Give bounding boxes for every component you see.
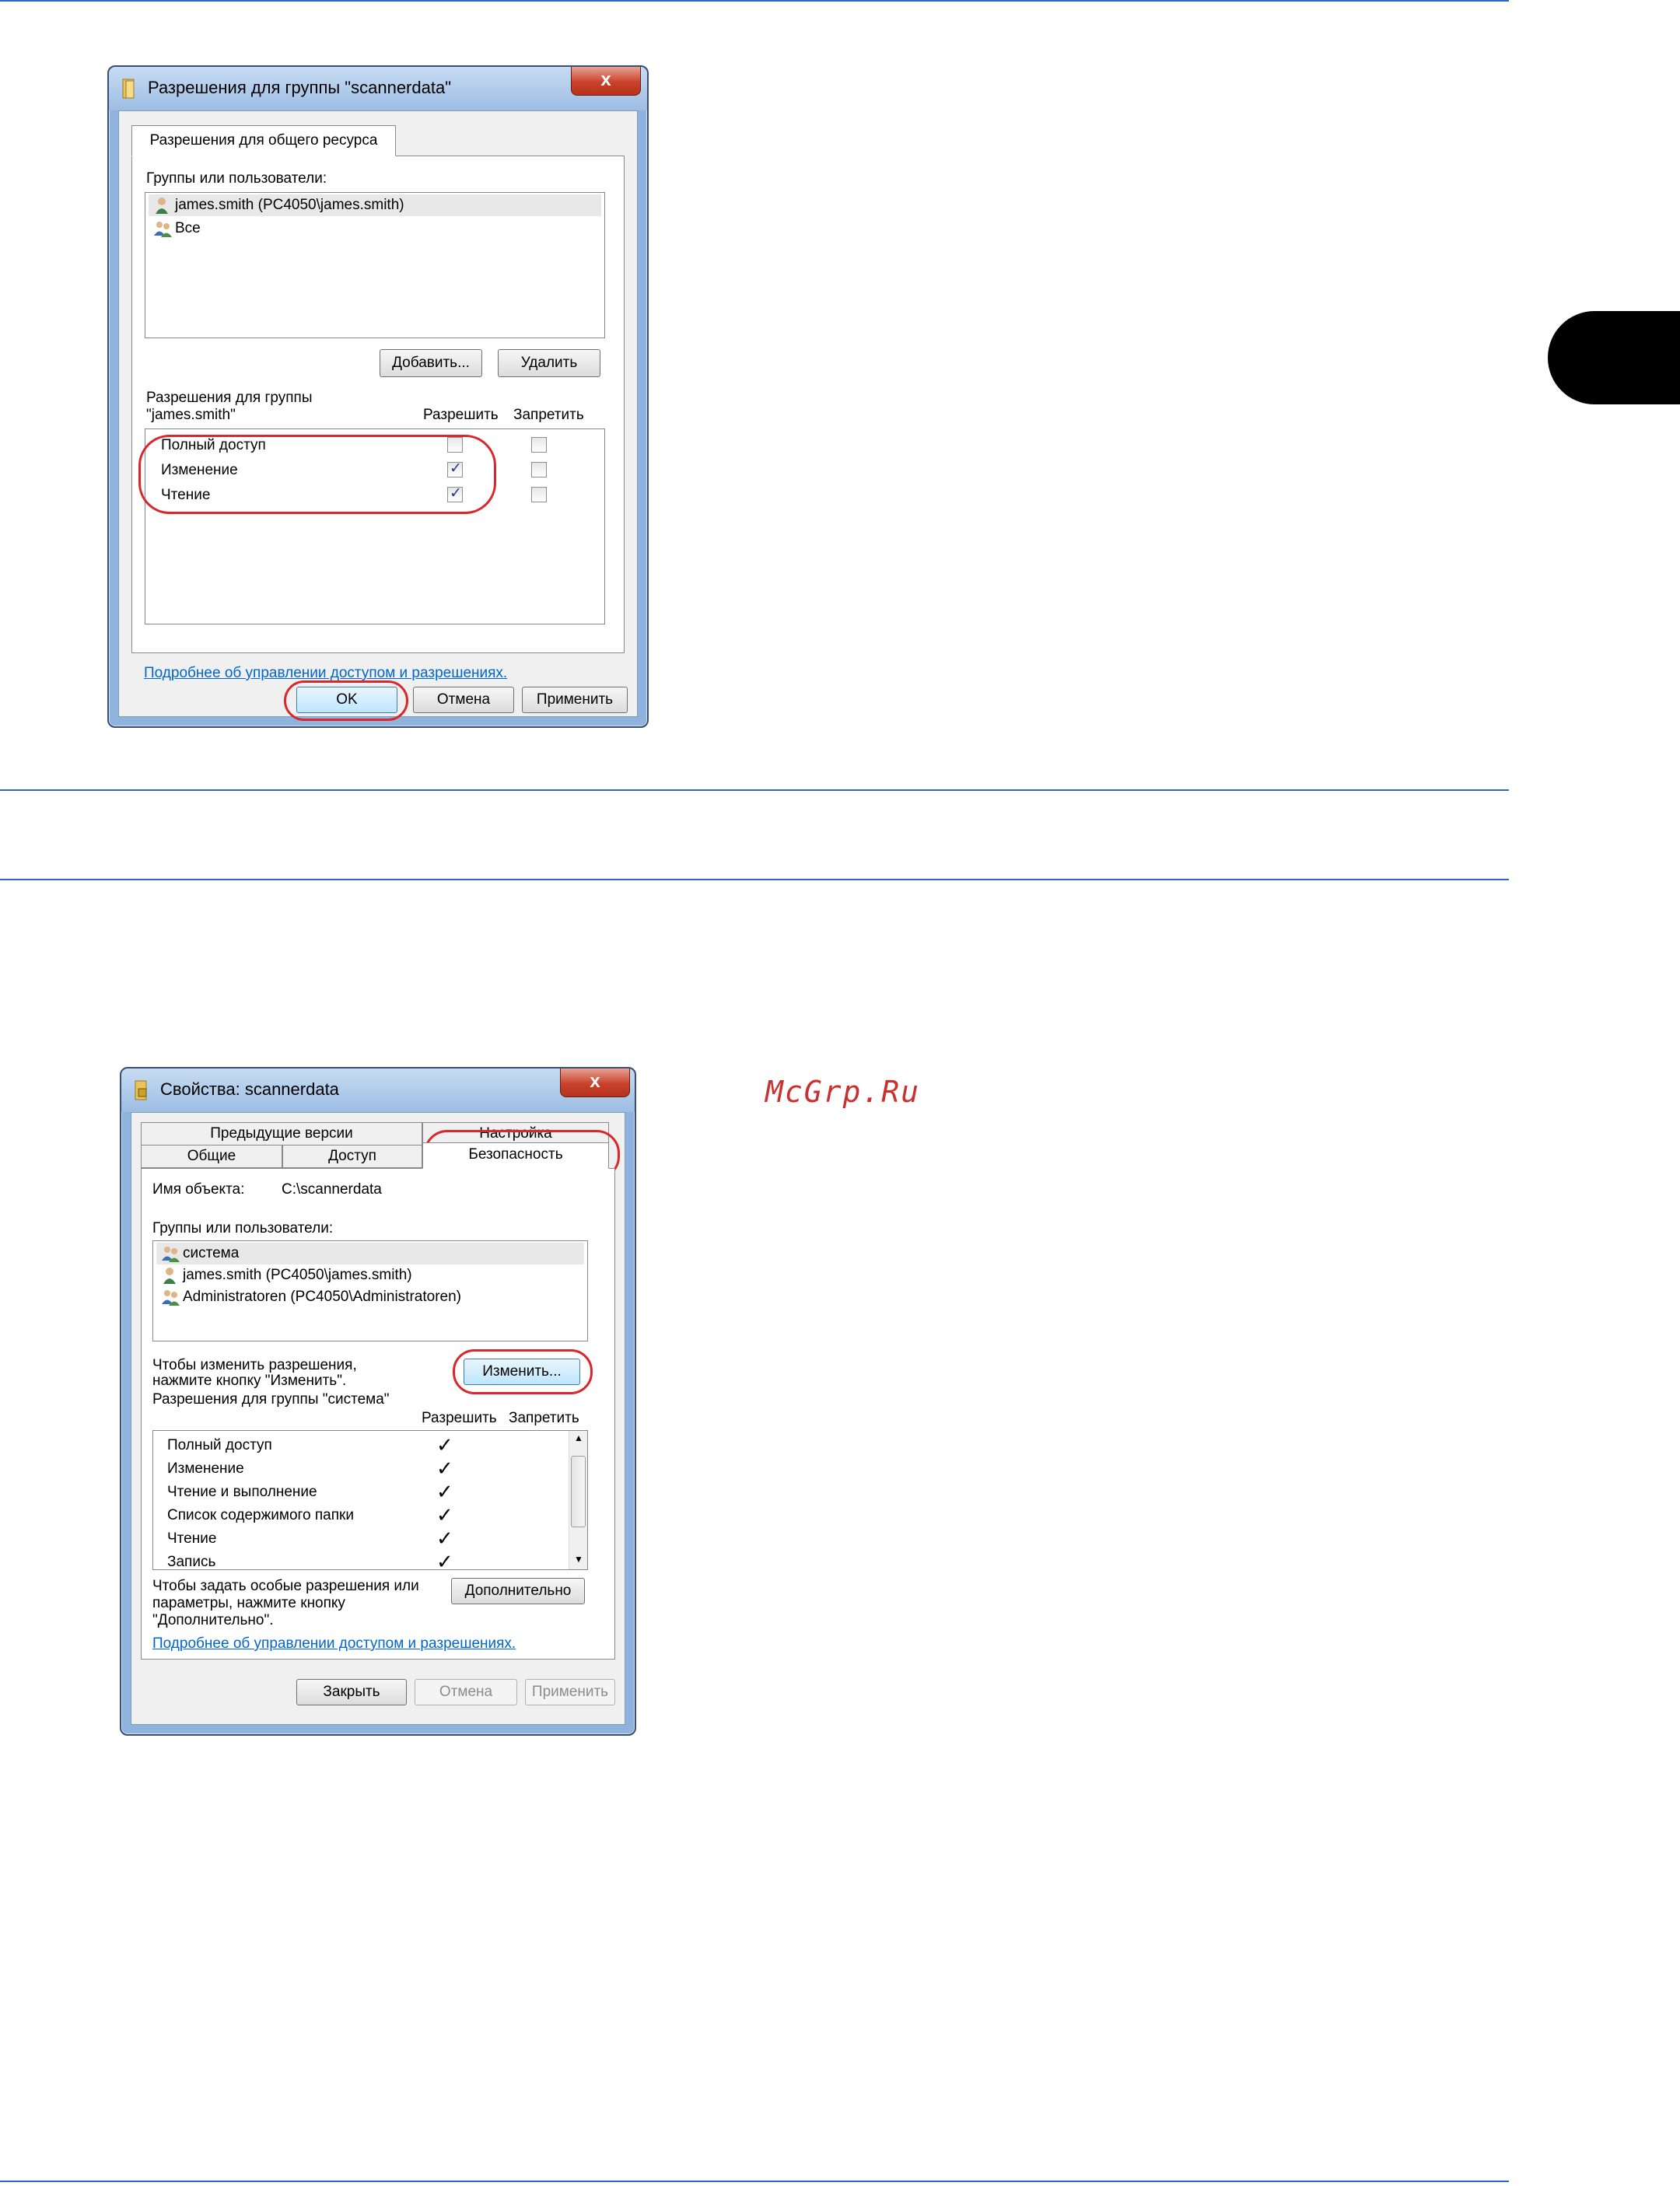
watermark: McGrp.Ru xyxy=(765,1075,921,1109)
title-bar[interactable]: Разрешения для группы "scannerdata" x xyxy=(109,67,647,110)
permission-name: Чтение xyxy=(167,1530,217,1547)
allow-check: ✓ xyxy=(436,1481,453,1504)
permission-name: Изменение xyxy=(167,1460,244,1477)
scroll-thumb[interactable] xyxy=(571,1456,586,1527)
groups-label: Группы или пользователи: xyxy=(146,170,327,187)
allow-checkbox-full-access[interactable] xyxy=(447,437,463,453)
tab-security[interactable]: Безопасность xyxy=(422,1142,609,1169)
cancel-button[interactable]: Отмена xyxy=(415,1679,517,1705)
allow-check: ✓ xyxy=(436,1434,453,1457)
column-deny: Запретить xyxy=(509,1410,579,1426)
share-permissions-dialog: Разрешения для группы "scannerdata" x Ра… xyxy=(107,65,649,728)
permissions-scrollbar[interactable]: ▲ ▼ xyxy=(569,1431,587,1569)
advanced-hint: параметры, нажмите кнопку xyxy=(152,1595,345,1611)
user-icon xyxy=(156,198,168,214)
window-title: Разрешения для группы "scannerdata" xyxy=(148,78,452,97)
properties-dialog: Свойства: scannerdata x Предыдущие верси… xyxy=(120,1067,636,1736)
close-button[interactable]: x xyxy=(571,67,641,96)
close-icon: x xyxy=(590,1071,600,1092)
bottom-rule xyxy=(0,2181,1509,2182)
allow-check: ✓ xyxy=(436,1504,453,1527)
allow-check: ✓ xyxy=(436,1457,453,1481)
allow-checkbox-read[interactable] xyxy=(447,484,463,502)
section-rule xyxy=(0,789,1509,791)
users-group-icon xyxy=(162,1247,180,1262)
folder-icon xyxy=(122,79,135,99)
deny-checkbox-read[interactable] xyxy=(531,487,547,502)
allow-check: ✓ xyxy=(436,1551,453,1570)
scroll-up-icon[interactable]: ▲ xyxy=(574,1432,583,1443)
object-name-label: Имя объекта: xyxy=(152,1181,245,1198)
tab-general[interactable]: Общие xyxy=(141,1145,282,1168)
tab-sharing[interactable]: Доступ xyxy=(282,1145,422,1168)
permissions-list[interactable]: Полный доступ ✓ Изменение ✓ Чтение и вып… xyxy=(152,1430,588,1570)
ok-button[interactable]: OK xyxy=(296,687,397,713)
permissions-label-group: "james.smith" xyxy=(146,407,236,423)
change-hint: Чтобы изменить разрешения, xyxy=(152,1357,357,1373)
permission-name: Чтение xyxy=(161,487,211,503)
list-item[interactable]: james.smith (PC4050\james.smith) xyxy=(156,1264,584,1286)
permissions-list: Полный доступ Изменение Чтение xyxy=(145,428,605,624)
title-bar[interactable]: Свойства: scannerdata x xyxy=(121,1069,635,1112)
folder-lock-icon xyxy=(135,1080,147,1100)
permission-name: Полный доступ xyxy=(161,437,266,453)
dialog-client-area: Разрешения для общего ресурса Группы или… xyxy=(118,110,638,721)
section-rule xyxy=(0,879,1509,880)
column-deny: Запретить xyxy=(513,407,584,423)
list-item[interactable]: Все xyxy=(149,218,601,240)
permissions-label: Разрешения для группы xyxy=(146,390,313,406)
permission-name: Запись xyxy=(167,1554,216,1570)
advanced-button[interactable]: Дополнительно xyxy=(451,1578,585,1604)
chapter-thumb-tab xyxy=(1548,311,1680,404)
deny-checkbox-full-access[interactable] xyxy=(531,437,547,453)
users-group-icon xyxy=(162,1290,180,1306)
remove-button[interactable]: Удалить xyxy=(498,349,600,377)
top-rule xyxy=(0,0,1509,2)
permissions-label: Разрешения для группы "система" xyxy=(152,1391,390,1408)
allow-checkbox-change[interactable] xyxy=(447,460,463,477)
column-allow: Разрешить xyxy=(422,1410,497,1426)
allow-check: ✓ xyxy=(436,1527,453,1551)
help-link[interactable]: Подробнее об управлении доступом и разре… xyxy=(152,1635,516,1653)
close-button[interactable]: x xyxy=(560,1069,630,1097)
users-group-icon xyxy=(154,222,172,237)
permission-name: Изменение xyxy=(161,462,238,478)
users-list[interactable]: james.smith (PC4050\james.smith) Все xyxy=(145,192,605,338)
list-item[interactable]: james.smith (PC4050\james.smith) xyxy=(149,194,601,216)
window-title: Свойства: scannerdata xyxy=(160,1079,339,1099)
permission-name: Полный доступ xyxy=(167,1437,272,1453)
add-button[interactable]: Добавить... xyxy=(380,349,482,377)
change-hint: нажмите кнопку "Изменить". xyxy=(152,1373,347,1389)
list-item[interactable]: система xyxy=(156,1243,584,1264)
advanced-hint: Чтобы задать особые разрешения или xyxy=(152,1578,419,1594)
permission-name: Список содержимого папки xyxy=(167,1507,354,1523)
user-icon xyxy=(163,1268,176,1284)
advanced-hint: "Дополнительно". xyxy=(152,1612,274,1628)
dialog-client-area: Предыдущие версии Настройка Общие Доступ… xyxy=(131,1112,625,1725)
apply-button[interactable]: Применить xyxy=(525,1679,615,1705)
list-item[interactable]: Administratoren (PC4050\Administratoren) xyxy=(156,1286,584,1308)
apply-button[interactable]: Применить xyxy=(522,687,628,713)
tab-panel: Имя объекта: C:\scannerdata Группы или п… xyxy=(141,1168,615,1660)
tab-share-permissions[interactable]: Разрешения для общего ресурса xyxy=(131,125,396,156)
groups-label: Группы или пользователи: xyxy=(152,1220,334,1236)
scroll-down-icon[interactable]: ▼ xyxy=(574,1554,583,1565)
help-link[interactable]: Подробнее об управлении доступом и разре… xyxy=(144,665,507,682)
users-list[interactable]: система james.smith (PC4050\james.smith)… xyxy=(152,1240,588,1341)
close-icon: x xyxy=(600,69,611,90)
tab-panel: Группы или пользователи: james.smith (PC… xyxy=(131,156,625,653)
permission-name: Чтение и выполнение xyxy=(167,1484,317,1500)
object-name-value: C:\scannerdata xyxy=(282,1181,382,1198)
column-allow: Разрешить xyxy=(423,407,499,423)
cancel-button[interactable]: Отмена xyxy=(413,687,514,713)
tab-previous-versions[interactable]: Предыдущие версии xyxy=(141,1122,422,1145)
deny-checkbox-change[interactable] xyxy=(531,462,547,477)
change-button[interactable]: Изменить... xyxy=(464,1359,580,1385)
close-dialog-button[interactable]: Закрыть xyxy=(296,1679,407,1705)
